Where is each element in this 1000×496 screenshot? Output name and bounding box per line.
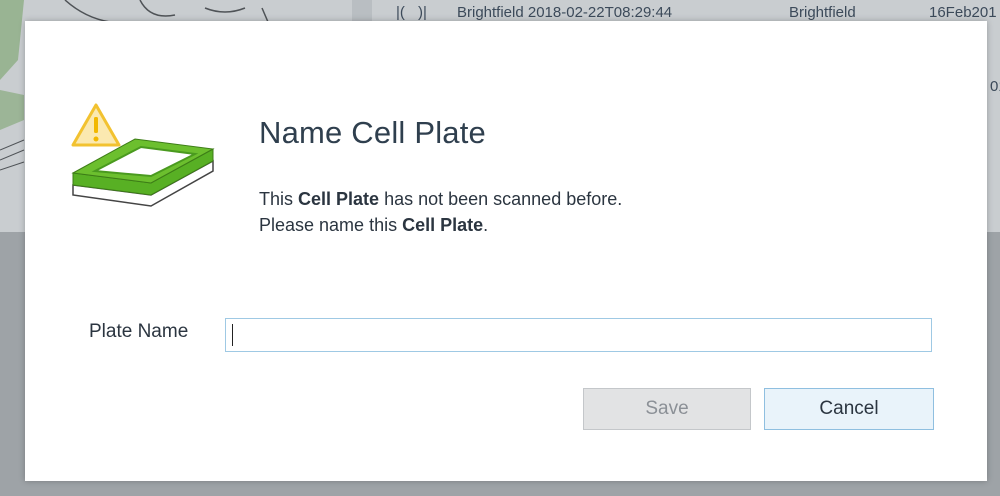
name-cell-plate-dialog: Name Cell Plate This Cell Plate has not … (25, 21, 987, 481)
message-text: This (259, 189, 299, 209)
message-line-2: Please name this Cell Plate. (259, 212, 622, 238)
message-line-1: This Cell Plate has not been scanned bef… (259, 186, 622, 212)
message-text: Please name this (259, 215, 403, 235)
background-text-fragment: 01 (990, 78, 1000, 95)
row-cell-bracket-close: )| (418, 4, 427, 21)
warning-icon (71, 103, 121, 147)
row-cell-image-name: Brightfield 2018-02-22T08:29:44 (457, 4, 673, 21)
message-emphasis: Cell Plate (402, 215, 484, 235)
save-button[interactable]: Save (583, 388, 751, 430)
dialog-title: Name Cell Plate (259, 115, 486, 150)
dialog-message: This Cell Plate has not been scanned bef… (259, 186, 622, 238)
row-cell-channel: Brightfield (789, 4, 856, 21)
message-text: . (483, 215, 489, 235)
message-emphasis: Cell Plate (298, 189, 380, 209)
message-text: has not been scanned before. (379, 189, 623, 209)
row-cell-date: 16Feb201 (929, 4, 997, 21)
row-cell-bracket-open: |( (396, 4, 405, 21)
plate-name-input[interactable] (225, 318, 932, 352)
text-caret (232, 324, 233, 346)
cell-plate-icon (71, 103, 215, 207)
cancel-button[interactable]: Cancel (764, 388, 934, 430)
plate-name-label: Plate Name (89, 321, 189, 342)
